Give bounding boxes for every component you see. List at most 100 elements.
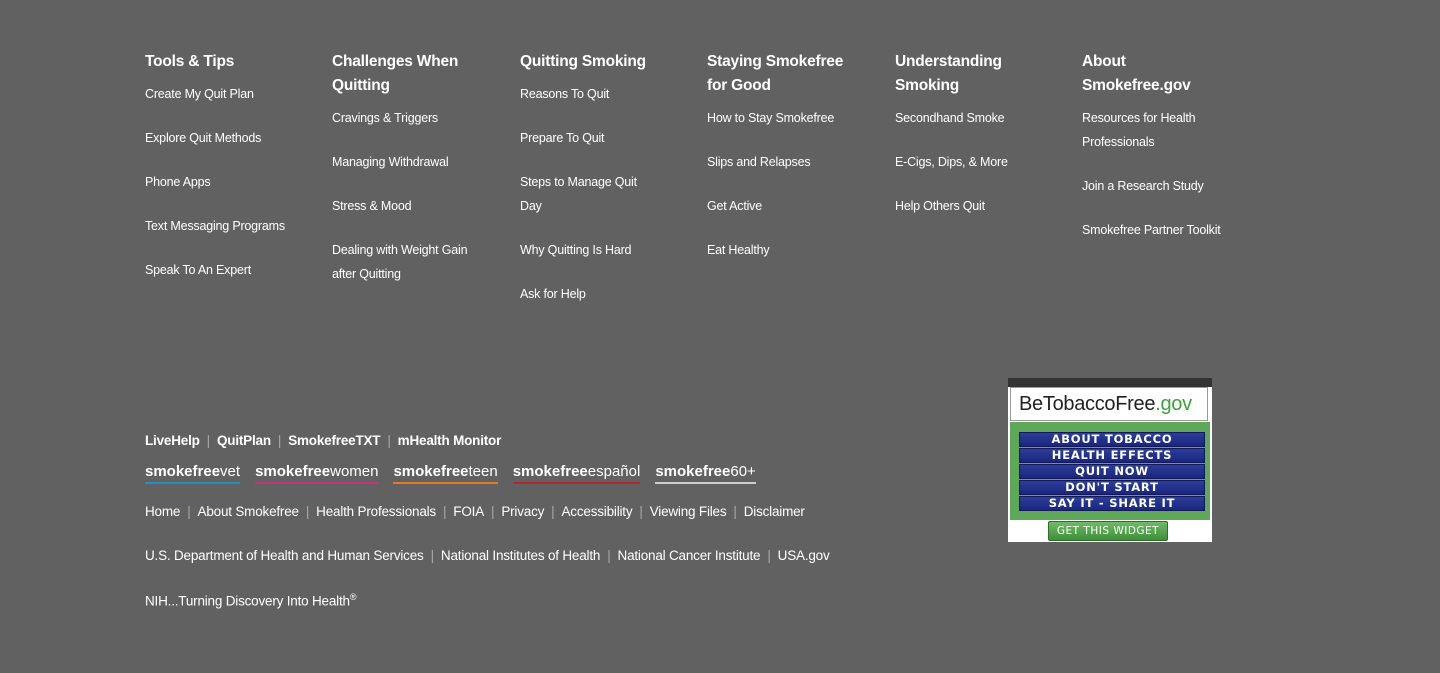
- widget-menu-item-health-effects[interactable]: HEALTH EFFECTS: [1019, 448, 1205, 463]
- tagline-text: NIH...Turning Discovery Into Health: [145, 593, 350, 609]
- brand-suffix: español: [587, 463, 641, 480]
- footer-link-prepare-to-quit[interactable]: Prepare To Quit: [520, 131, 605, 145]
- link-separator: |: [767, 548, 771, 563]
- footer-link-item: Phone Apps: [145, 170, 285, 194]
- footer-link-how-to-stay-smokefree[interactable]: How to Stay Smokefree: [707, 111, 834, 125]
- brand-link-smokefree-women[interactable]: smokefreewomen: [255, 462, 379, 484]
- footer-link-stress-mood[interactable]: Stress & Mood: [332, 199, 412, 213]
- footer-link-get-active[interactable]: Get Active: [707, 199, 762, 213]
- footer-link-item: Join a Research Study: [1082, 174, 1222, 198]
- footer-link-reasons-to-quit[interactable]: Reasons To Quit: [520, 87, 609, 101]
- footer-link-item: Smokefree Partner Toolkit: [1082, 218, 1222, 242]
- footer-link-e-cigs-dips-more[interactable]: E-Cigs, Dips, & More: [895, 155, 1008, 169]
- footer-link-cravings-triggers[interactable]: Cravings & Triggers: [332, 111, 438, 125]
- brand-prefix: smokefree: [655, 463, 731, 480]
- footer-link-why-quitting-is-hard[interactable]: Why Quitting Is Hard: [520, 243, 632, 257]
- widget-menu-item-quit-now[interactable]: QUIT NOW: [1019, 464, 1205, 479]
- brand-link-smokefree-teen[interactable]: smokefreeteen: [393, 462, 498, 484]
- widget-menu-item-say-it-share-it[interactable]: SAY IT - SHARE IT: [1019, 496, 1205, 511]
- brand-suffix: women: [330, 463, 379, 480]
- footer-link-smokefree-partner-toolkit[interactable]: Smokefree Partner Toolkit: [1082, 223, 1221, 237]
- link-separator: |: [187, 504, 191, 519]
- link-mhealth-monitor[interactable]: mHealth Monitor: [398, 433, 502, 448]
- widget-menu-item-don-t-start[interactable]: DON'T START: [1019, 480, 1205, 495]
- link-disclaimer[interactable]: Disclaimer: [744, 504, 805, 519]
- brand-link-smokefree-vet[interactable]: smokefreevet: [145, 462, 241, 484]
- footer-link-item: Why Quitting Is Hard: [520, 238, 660, 262]
- brand-prefix: smokefree: [145, 463, 221, 480]
- link-home[interactable]: Home: [145, 504, 180, 519]
- footer-link-phone-apps[interactable]: Phone Apps: [145, 175, 211, 189]
- footer-column-links: Secondhand Smoke E-Cigs, Dips, & More Help…: [895, 106, 1035, 218]
- brand-prefix: smokefree: [393, 463, 469, 480]
- brand-link-smokefree-espa-ol[interactable]: smokefreeespañol: [512, 462, 641, 484]
- footer-link-help-others-quit[interactable]: Help Others Quit: [895, 199, 985, 213]
- footer-column-title[interactable]: Quitting Smoking: [520, 50, 660, 74]
- brand-suffix: teen: [468, 463, 498, 480]
- brand-link-smokefree-60[interactable]: smokefree60+: [655, 462, 756, 484]
- footer-link-item: Secondhand Smoke: [895, 106, 1035, 130]
- nih-tagline: NIH...Turning Discovery Into Health®: [145, 592, 356, 609]
- link-privacy[interactable]: Privacy: [501, 504, 544, 519]
- widget-top-bar: [1008, 378, 1212, 387]
- link-health-professionals[interactable]: Health Professionals: [316, 504, 436, 519]
- link-separator: |: [639, 504, 643, 519]
- link-separator: |: [277, 433, 282, 448]
- link-accessibility[interactable]: Accessibility: [561, 504, 632, 519]
- footer-link-dealing-with-weight-gain-after-quitting[interactable]: Dealing with Weight Gain after Quitting: [332, 243, 468, 281]
- footer-link-managing-withdrawal[interactable]: Managing Withdrawal: [332, 155, 449, 169]
- link-foia[interactable]: FOIA: [453, 504, 484, 519]
- footer-link-ask-for-help[interactable]: Ask for Help: [520, 287, 586, 301]
- link-national-institutes-of-health[interactable]: National Institutes of Health: [441, 548, 600, 563]
- link-about-smokefree[interactable]: About Smokefree: [198, 504, 300, 519]
- link-national-cancer-institute[interactable]: National Cancer Institute: [618, 548, 761, 563]
- footer-column-title[interactable]: Tools & Tips: [145, 50, 285, 74]
- link-separator: |: [387, 433, 391, 448]
- widget-logo-main: BeTobaccoFree: [1019, 393, 1156, 415]
- program-links: LiveHelp | QuitPlan | SmokefreeTXT | mHealth M…: [145, 433, 501, 448]
- footer-column-links: Reasons To Quit Prepare To Quit Steps to M…: [520, 82, 660, 306]
- link-livehelp[interactable]: LiveHelp: [145, 433, 200, 448]
- footer-link-slips-and-relapses[interactable]: Slips and Relapses: [707, 155, 811, 169]
- link-separator: |: [551, 504, 555, 519]
- footer-link-explore-quit-methods[interactable]: Explore Quit Methods: [145, 131, 261, 145]
- footer-link-item: Get Active: [707, 194, 847, 218]
- link-u-s-department-of-health-and-human-services[interactable]: U.S. Department of Health and Human Serv…: [145, 548, 424, 563]
- link-separator: |: [733, 504, 737, 519]
- footer-link-item: Create My Quit Plan: [145, 82, 285, 106]
- footer-link-eat-healthy[interactable]: Eat Healthy: [707, 243, 770, 257]
- footer-link-speak-to-an-expert[interactable]: Speak To An Expert: [145, 263, 251, 277]
- link-usa-gov[interactable]: USA.gov: [778, 548, 830, 563]
- footer-link-steps-to-manage-quit-day[interactable]: Steps to Manage Quit Day: [520, 175, 637, 213]
- footer-column-about-smokefree-gov: About Smokefree.gov Resources for Health …: [1082, 50, 1222, 262]
- footer-column-title[interactable]: Understanding Smoking: [895, 50, 1035, 98]
- footer-column-title[interactable]: Staying Smokefree for Good: [707, 50, 847, 98]
- footer-link-item: Stress & Mood: [332, 194, 472, 218]
- footer-column-staying-smokefree-for-good: Staying Smokefree for Good How to Stay Sm…: [707, 50, 847, 282]
- footer-column-links: Resources for Health Professionals Join a…: [1082, 106, 1222, 242]
- link-separator: |: [607, 548, 611, 563]
- footer-column-title[interactable]: About Smokefree.gov: [1082, 50, 1222, 98]
- footer-link-text-messaging-programs[interactable]: Text Messaging Programs: [145, 219, 285, 233]
- registered-mark: ®: [349, 592, 357, 602]
- betobaccofree-widget[interactable]: BeTobaccoFree.gov ABOUT TOBACCO HEALTH EF…: [1008, 378, 1212, 542]
- link-viewing-files[interactable]: Viewing Files: [650, 504, 727, 519]
- footer-link-item: Steps to Manage Quit Day: [520, 170, 660, 218]
- gov-links: U.S. Department of Health and Human Serv…: [145, 548, 830, 563]
- footer-link-item: E-Cigs, Dips, & More: [895, 150, 1035, 174]
- link-quitplan[interactable]: QuitPlan: [217, 433, 271, 448]
- brand-prefix: smokefree: [512, 463, 588, 480]
- widget-menu-item-about-tobacco[interactable]: ABOUT TOBACCO: [1019, 432, 1205, 447]
- footer-link-create-my-quit-plan[interactable]: Create My Quit Plan: [145, 87, 254, 101]
- footer-column-quitting-smoking: Quitting Smoking Reasons To Quit Prepare T…: [520, 50, 660, 326]
- footer-column-title[interactable]: Challenges When Quitting: [332, 50, 472, 98]
- footer-link-secondhand-smoke[interactable]: Secondhand Smoke: [895, 111, 1005, 125]
- brand-suffix: vet: [220, 463, 241, 480]
- footer-link-resources-for-health-professionals[interactable]: Resources for Health Professionals: [1082, 111, 1196, 149]
- get-widget-button[interactable]: GET THIS WIDGET: [1048, 521, 1168, 541]
- footer-link-item: Cravings & Triggers: [332, 106, 472, 130]
- footer-column-understanding-smoking: Understanding Smoking Secondhand Smoke E-C…: [895, 50, 1035, 238]
- widget-logo[interactable]: BeTobaccoFree.gov: [1010, 387, 1208, 421]
- link-smokefreetxt[interactable]: SmokefreeTXT: [288, 433, 380, 448]
- footer-link-join-a-research-study[interactable]: Join a Research Study: [1082, 179, 1204, 193]
